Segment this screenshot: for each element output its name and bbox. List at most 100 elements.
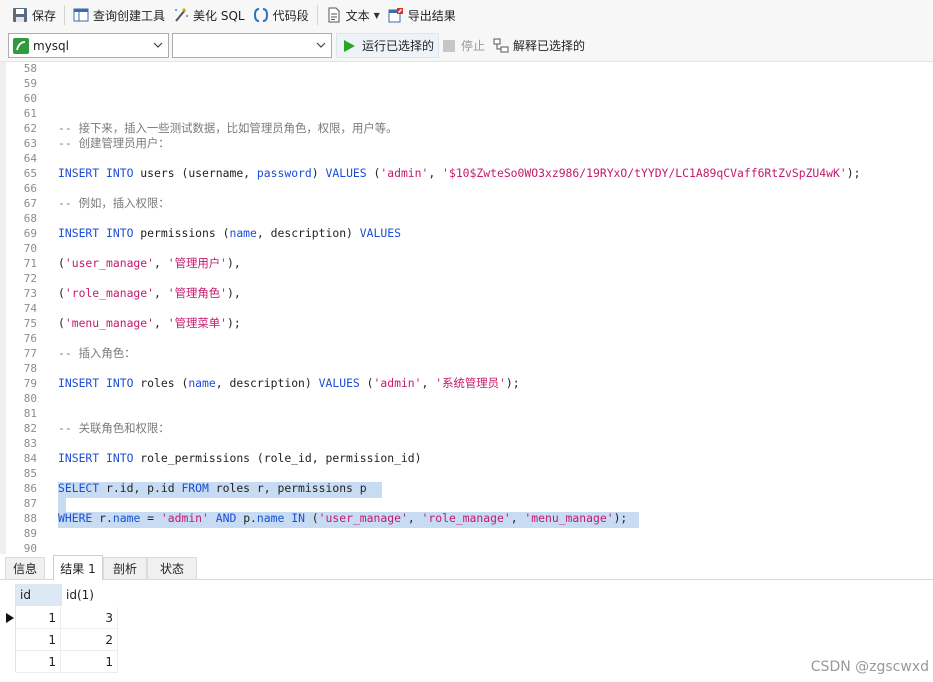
code-line[interactable]: 87 — [0, 496, 933, 511]
beautify-sql-button[interactable]: 美化 SQL — [169, 3, 249, 27]
line-number: 62 — [23, 122, 37, 135]
line-number: 88 — [23, 512, 37, 525]
code-line[interactable]: 90 — [0, 541, 933, 554]
code-line[interactable]: 62 -- 接下来，插入一些测试数据，比如管理员角色，权限，用户等。 — [0, 121, 933, 136]
line-number: 73 — [23, 287, 37, 300]
current-row-icon — [6, 612, 14, 623]
line-number: 75 — [23, 317, 37, 330]
connection-select[interactable]: mysql — [8, 33, 169, 58]
tab-info[interactable]: 信息 — [5, 557, 45, 579]
line-number: 67 — [23, 197, 37, 210]
code-line[interactable]: 82 -- 关联角色和权限： — [0, 421, 933, 436]
code-line[interactable]: 81 — [0, 406, 933, 421]
line-number: 74 — [23, 302, 37, 315]
code-line[interactable]: 76 — [0, 331, 933, 346]
line-number: 63 — [23, 137, 37, 150]
code-line[interactable]: 69 INSERT INTO permissions (name, descrip… — [0, 226, 933, 241]
table-cell[interactable]: 1 — [61, 651, 118, 673]
column-header-id-1[interactable]: id(1) — [61, 584, 118, 606]
table-cell[interactable]: 3 — [61, 607, 118, 629]
code-line[interactable]: 84 INSERT INTO role_permissions (role_id,… — [0, 451, 933, 466]
code-line[interactable]: 75 ('menu_manage', '管理菜单'); — [0, 316, 933, 331]
code-line[interactable]: 65 INSERT INTO users (username, password)… — [0, 166, 933, 181]
query-builder-label: 查询创建工具 — [93, 8, 166, 23]
column-header-id[interactable]: id — [16, 584, 61, 606]
line-number: 78 — [23, 362, 37, 375]
line-number: 79 — [23, 377, 37, 390]
table-cell[interactable]: 1 — [16, 629, 61, 651]
snippet-button[interactable]: 代码段 — [249, 3, 313, 27]
result-tabs: 信息 结果 1 剖析 状态 — [0, 555, 933, 580]
save-button[interactable]: 保存 — [8, 3, 60, 27]
code-line[interactable]: 74 — [0, 301, 933, 316]
export-results-label: 导出结果 — [407, 8, 456, 23]
explain-selected-button[interactable]: 解释已选择的 — [493, 33, 585, 58]
snippet-label: 代码段 — [272, 8, 309, 23]
stop-button[interactable]: 停止 — [443, 33, 485, 58]
table-cell[interactable]: 2 — [61, 629, 118, 651]
code-line[interactable]: 67 -- 例如，插入权限： — [0, 196, 933, 211]
sql-editor[interactable]: 58 59 60 61 62 -- 接下来，插入一些测试数据，比如管理员角色，权限，用户等… — [0, 62, 933, 554]
line-number: 70 — [23, 242, 37, 255]
line-number: 59 — [23, 77, 37, 90]
run-icon — [342, 39, 356, 53]
code-line[interactable]: 80 — [0, 391, 933, 406]
code-line[interactable]: 61 — [0, 106, 933, 121]
database-select[interactable] — [172, 33, 332, 58]
line-number: 77 — [23, 347, 37, 360]
export-results-button[interactable]: 导出结果 — [384, 3, 460, 27]
code-line[interactable]: 66 — [0, 181, 933, 196]
code-line[interactable]: 71 ('user_manage', '管理用户'), — [0, 256, 933, 271]
tab-result-1[interactable]: 结果 1 — [53, 555, 103, 580]
toolbar-divider — [64, 5, 66, 25]
code-line[interactable]: 64 — [0, 151, 933, 166]
query-toolbar: mysql 运行已选择的 停止 解释已选择的 — [0, 30, 933, 62]
query-builder-icon — [73, 7, 89, 23]
code-line[interactable]: 59 — [0, 76, 933, 91]
code-line[interactable]: 79 INSERT INTO roles (name, description) … — [0, 376, 933, 391]
table-cell[interactable]: 1 — [16, 651, 61, 673]
line-number: 66 — [23, 182, 37, 195]
tab-profile[interactable]: 剖析 — [103, 557, 147, 579]
code-line[interactable]: 88 WHERE r.name = 'admin' AND p.name IN (… — [0, 511, 933, 526]
code-text: ('user_manage', '管理用户'), — [58, 256, 241, 270]
line-number: 85 — [23, 467, 37, 480]
code-text: -- 接下来，插入一些测试数据，比如管理员角色，权限，用户等。 — [58, 121, 398, 135]
run-selected-button[interactable]: 运行已选择的 — [336, 33, 440, 58]
beautify-sql-label: 美化 SQL — [193, 8, 245, 23]
code-line[interactable]: 60 — [0, 91, 933, 106]
code-line[interactable]: 70 — [0, 241, 933, 256]
mysql-connection-icon — [13, 37, 29, 54]
code-line[interactable]: 68 — [0, 211, 933, 226]
query-builder-button[interactable]: 查询创建工具 — [69, 3, 169, 27]
code-line[interactable]: 85 — [0, 466, 933, 481]
line-number: 76 — [23, 332, 37, 345]
line-number: 87 — [23, 497, 37, 510]
line-number: 71 — [23, 257, 37, 270]
code-text: SELECT r.id, p.id FROM roles r, permissi… — [58, 481, 367, 495]
table-cell[interactable]: 1 — [16, 607, 61, 629]
code-line[interactable]: 72 — [0, 271, 933, 286]
chevron-down-icon: ▼ — [373, 10, 380, 20]
line-number: 60 — [23, 92, 37, 105]
line-number: 90 — [23, 542, 37, 554]
code-line[interactable]: 58 — [0, 62, 933, 76]
code-text: -- 关联角色和权限： — [58, 421, 170, 435]
result-grid[interactable]: id id(1) 1 3 1 2 1 1 — [0, 580, 933, 682]
code-line[interactable]: 83 — [0, 436, 933, 451]
line-number: 84 — [23, 452, 37, 465]
code-line[interactable]: 86 SELECT r.id, p.id FROM roles r, permis… — [0, 481, 933, 496]
line-number: 64 — [23, 152, 37, 165]
text-mode-button[interactable]: 文本 ▼ — [322, 3, 384, 27]
connection-value: mysql — [33, 38, 69, 53]
code-text: INSERT INTO roles (name, description) VA… — [58, 376, 520, 390]
tab-status[interactable]: 状态 — [147, 557, 197, 579]
code-line[interactable]: 78 — [0, 361, 933, 376]
code-line[interactable]: 63 -- 创建管理员用户： — [0, 136, 933, 151]
save-icon — [12, 7, 28, 23]
explain-icon — [493, 38, 509, 54]
code-line[interactable]: 89 — [0, 526, 933, 541]
code-line[interactable]: 73 ('role_manage', '管理角色'), — [0, 286, 933, 301]
save-label: 保存 — [32, 8, 57, 23]
code-line[interactable]: 77 -- 插入角色： — [0, 346, 933, 361]
